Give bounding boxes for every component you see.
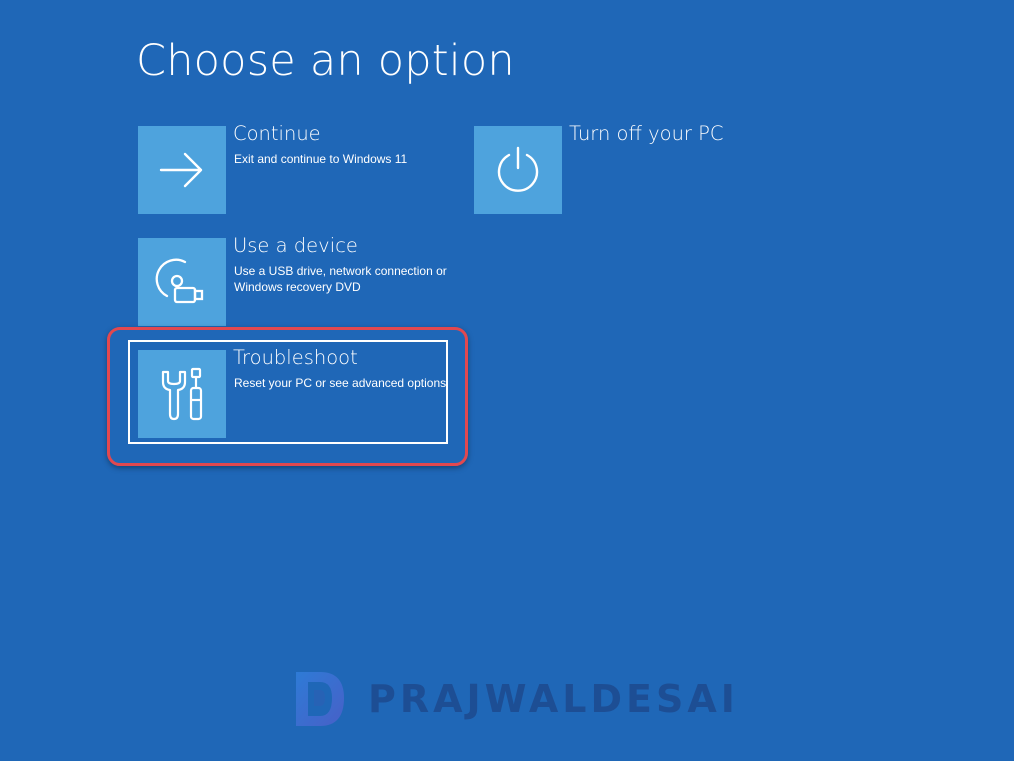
watermark-text: PRAJWALDESAI: [368, 677, 739, 721]
use-device-title: Use a device: [233, 234, 358, 257]
continue-description: Exit and continue to Windows 11: [234, 152, 408, 166]
arrow-right-icon: [159, 152, 203, 188]
power-icon: [497, 146, 539, 192]
turn-off-option[interactable]: Turn off your PC: [474, 122, 774, 214]
turn-off-title: Turn off your PC: [569, 122, 724, 145]
use-device-tile[interactable]: [138, 238, 226, 326]
disc-usb-icon: [155, 258, 204, 304]
continue-title: Continue: [233, 122, 321, 145]
continue-tile[interactable]: [138, 126, 226, 214]
use-device-option[interactable]: Use a device Use a USB drive, network co…: [138, 234, 447, 326]
annotation-highlight-ring: [107, 327, 468, 466]
watermark: PRAJWALDESAI: [292, 668, 739, 730]
pd-logo: [296, 672, 344, 726]
page-title: Choose an option: [136, 36, 515, 86]
continue-option[interactable]: Continue Exit and continue to Windows 11: [138, 122, 438, 214]
turn-off-tile[interactable]: [474, 126, 562, 214]
use-device-description: Use a USB drive, network connection or W…: [234, 264, 447, 294]
